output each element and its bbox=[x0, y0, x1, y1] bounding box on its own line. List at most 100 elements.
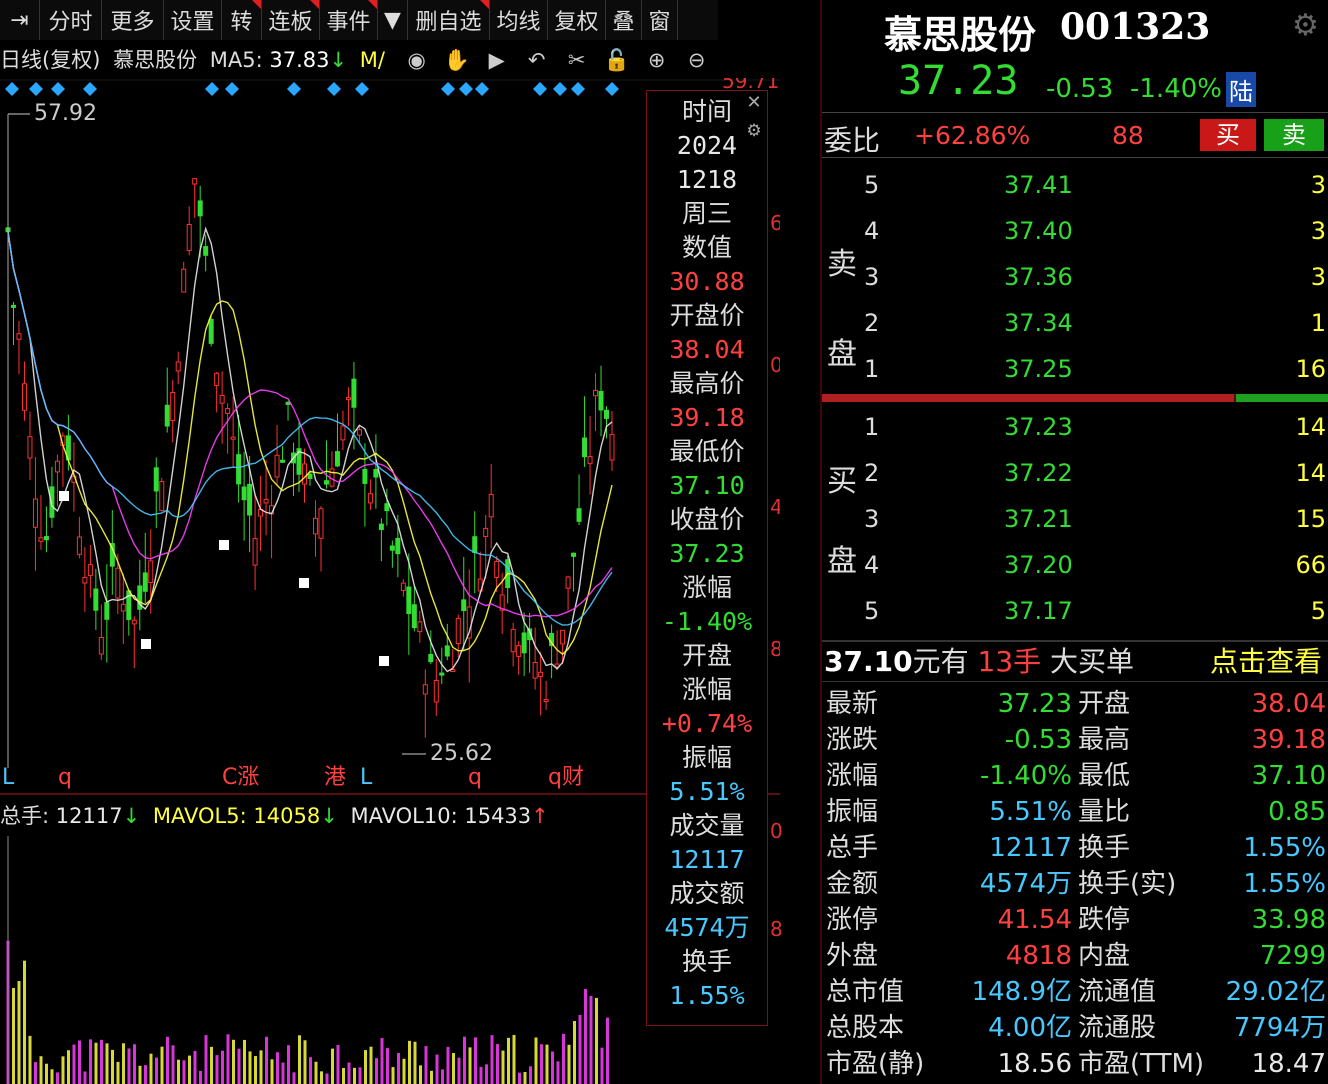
toolbar-item-8[interactable]: 删自选 bbox=[408, 0, 490, 40]
candle-body bbox=[395, 537, 401, 555]
event-diamond[interactable] bbox=[5, 82, 19, 96]
event-diamond[interactable] bbox=[459, 82, 473, 96]
info-label: 涨幅 bbox=[681, 573, 732, 602]
info-label: 最高价 bbox=[669, 369, 745, 398]
stock-name: 慕思股份 bbox=[884, 13, 1037, 57]
event-diamond[interactable] bbox=[29, 82, 43, 96]
toolbar-item-12[interactable]: 窗 bbox=[642, 0, 678, 40]
event-diamond[interactable] bbox=[51, 82, 65, 96]
volume-bar bbox=[122, 1043, 125, 1084]
zoom-in-icon[interactable]: ⊕ bbox=[642, 48, 672, 72]
sell-button[interactable]: 卖 bbox=[1264, 119, 1324, 151]
asks-row[interactable]: 4 37.40 3 bbox=[822, 208, 1328, 254]
stats-row: 金额 4574万 换手(实) 1.55% bbox=[822, 866, 1328, 902]
bids-level: 1 bbox=[864, 413, 880, 441]
big-order-price: 37.10 bbox=[824, 645, 913, 678]
stat-label: 跌停 bbox=[1078, 905, 1131, 935]
event-diamond[interactable] bbox=[553, 82, 567, 96]
event-diamond[interactable] bbox=[225, 82, 239, 96]
big-order-view-link[interactable]: 点击查看 bbox=[1210, 642, 1322, 682]
candle-body bbox=[214, 372, 220, 387]
info-value: 39.18 bbox=[669, 403, 745, 432]
candle-body bbox=[164, 404, 170, 427]
asks-row[interactable]: 1 37.25 16 bbox=[822, 346, 1328, 392]
toolbar-item-2[interactable]: 更多 bbox=[102, 0, 164, 40]
asks-row[interactable]: 2 37.34 1 bbox=[822, 300, 1328, 346]
event-marker-label[interactable]: L bbox=[360, 765, 373, 790]
bids-row[interactable]: 1 37.23 14 bbox=[822, 404, 1328, 450]
buy-button[interactable]: 买 bbox=[1200, 119, 1256, 151]
event-diamond[interactable] bbox=[83, 82, 97, 96]
toolbar-item-7[interactable]: ▼ bbox=[378, 0, 408, 40]
toolbar-item-10[interactable]: 复权 bbox=[548, 0, 606, 40]
event-marker-label[interactable]: C涨 bbox=[222, 765, 259, 790]
event-diamond[interactable] bbox=[327, 82, 341, 96]
stats-row: 总市值 148.9亿 流通值 29.02亿 bbox=[822, 974, 1328, 1010]
event-diamond[interactable] bbox=[571, 82, 585, 96]
ask-bid-divider bbox=[822, 394, 1328, 402]
event-diamond[interactable] bbox=[205, 82, 219, 96]
asks-price: 37.25 bbox=[1004, 355, 1073, 383]
volume-bar bbox=[204, 1035, 208, 1084]
toolbar-item-6[interactable]: 事件 bbox=[320, 0, 378, 40]
asks-level: 2 bbox=[864, 309, 880, 337]
volume-bar bbox=[523, 1071, 527, 1084]
asks-row[interactable]: 3 37.36 3 bbox=[822, 254, 1328, 300]
bids-row[interactable]: 3 37.21 15 bbox=[822, 496, 1328, 542]
ma-more-label[interactable]: M/ bbox=[360, 48, 385, 72]
stat-label: 最高 bbox=[1078, 725, 1131, 755]
candle-body bbox=[422, 684, 428, 695]
order-ratio-row: 委比 +62.86% 88 买 卖 bbox=[822, 112, 1328, 158]
event-diamond[interactable] bbox=[605, 82, 619, 96]
zoom-out-icon[interactable]: ⊖ bbox=[682, 48, 712, 72]
event-diamond[interactable] bbox=[441, 82, 455, 96]
scissors-icon[interactable]: ✂ bbox=[562, 48, 592, 72]
stat-label: 流通股 bbox=[1078, 1013, 1157, 1043]
candle-body bbox=[98, 637, 104, 655]
candle-body bbox=[433, 680, 439, 703]
event-marker-label[interactable]: q财 bbox=[548, 765, 584, 790]
play-icon[interactable]: ▶ bbox=[482, 48, 512, 72]
stat-value: 1.55% bbox=[1243, 833, 1326, 863]
volume-bar bbox=[397, 1053, 400, 1084]
asks-row[interactable]: 5 37.41 3 bbox=[822, 162, 1328, 208]
undo-icon[interactable]: ↶ bbox=[522, 48, 552, 72]
toolbar-item-9[interactable]: 均线 bbox=[490, 0, 548, 40]
settings-gear-icon[interactable]: ⚙ bbox=[1292, 8, 1319, 43]
exit-icon[interactable]: ⇥ bbox=[0, 0, 40, 40]
toolbar-item-3[interactable]: 设置 bbox=[164, 0, 222, 40]
event-marker-label[interactable]: L bbox=[2, 765, 15, 790]
event-marker-label[interactable]: q bbox=[468, 765, 482, 790]
hand-icon[interactable]: ✋ bbox=[442, 48, 472, 73]
event-diamond[interactable] bbox=[475, 82, 489, 96]
signal-marker[interactable] bbox=[59, 491, 69, 501]
lock-icon[interactable]: 🔓 bbox=[602, 48, 632, 73]
bids-row[interactable]: 4 37.20 66 bbox=[822, 542, 1328, 588]
candle-body bbox=[307, 473, 313, 479]
axis-tick-label: 4 bbox=[770, 495, 780, 519]
toolbar-item-4[interactable]: 转 bbox=[222, 0, 262, 40]
bids-row[interactable]: 2 37.22 14 bbox=[822, 450, 1328, 496]
toolbar-item-5[interactable]: 连板 bbox=[262, 0, 320, 40]
chart-header: 日线(复权) 慕思股份 MA5: 37.83↓ M/ ◉ ✋ ▶ ↶ ✂ 🔓 ⊕ ⊖ bbox=[0, 44, 718, 76]
toolbar-item-1[interactable]: 分时 bbox=[40, 0, 102, 40]
eye-icon[interactable]: ◉ bbox=[402, 48, 432, 72]
event-diamond[interactable] bbox=[355, 82, 369, 96]
candle-body bbox=[32, 498, 38, 528]
signal-marker[interactable] bbox=[299, 578, 309, 588]
candle-body bbox=[461, 599, 467, 612]
volume-bar bbox=[584, 989, 587, 1084]
bids-row[interactable]: 5 37.17 5 bbox=[822, 588, 1328, 634]
event-marker-label[interactable]: q bbox=[58, 765, 72, 790]
info-label: 成交量 bbox=[669, 811, 745, 840]
event-diamond[interactable] bbox=[533, 82, 547, 96]
signal-marker[interactable] bbox=[219, 540, 229, 550]
event-marker-label[interactable]: 港 bbox=[324, 765, 346, 790]
signal-marker[interactable] bbox=[141, 639, 151, 649]
volume-bar bbox=[391, 1067, 395, 1084]
toolbar-item-11[interactable]: 叠 bbox=[606, 0, 642, 40]
chart-mode-label[interactable]: 日线(复权) bbox=[0, 48, 100, 72]
event-diamond[interactable] bbox=[287, 82, 301, 96]
connect-tag[interactable]: 陆 bbox=[1226, 72, 1256, 107]
signal-marker[interactable] bbox=[379, 656, 389, 666]
